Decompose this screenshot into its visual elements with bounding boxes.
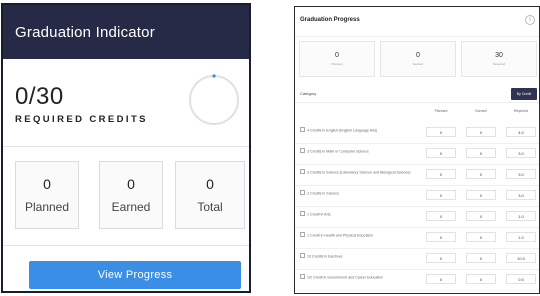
table-row: 1 Credit in Arts 0 0 1.0 — [295, 207, 539, 228]
stat-label: Planned — [24, 200, 70, 214]
progress-stat-required: 30 Required — [461, 41, 537, 77]
progress-stat-earned: 0 Earned — [380, 41, 456, 77]
planned-cell: 0 — [426, 274, 456, 284]
requirement-name: 1 Credit in Arts — [300, 211, 416, 218]
required-cell: 3.0 — [506, 190, 536, 200]
planned-cell: 0 — [426, 127, 456, 137]
category-label: Category — [300, 91, 317, 96]
stat-label: Earned — [111, 200, 151, 214]
graduation-progress-card: Graduation Progress i 0 Planned 0 Earned… — [294, 6, 540, 294]
stat-planned: 0 Planned — [15, 161, 79, 229]
required-cell: 3.0 — [506, 148, 536, 158]
credits-label: REQUIRED CREDITS — [15, 114, 148, 125]
requirement-name: 1 Credit in Health and Physical Educatio… — [300, 232, 416, 239]
column-headers: Planned Earned Required — [295, 107, 539, 119]
column-header-earned: Earned — [475, 109, 487, 113]
stat-value: 0 — [416, 52, 420, 59]
stat-earned: 0 Earned — [99, 161, 163, 229]
required-cell: 0.5 — [506, 274, 536, 284]
planned-cell: 0 — [426, 169, 456, 179]
credits-value: 0/30 — [15, 83, 64, 110]
earned-cell: 0 — [466, 211, 496, 221]
planned-cell: 0 — [426, 148, 456, 158]
required-cell: 1.0 — [506, 211, 536, 221]
earned-cell: 0 — [466, 127, 496, 137]
progress-ring-track — [189, 75, 239, 125]
progress-stats: 0 Planned 0 Earned 30 Required — [295, 41, 539, 79]
stat-label: Earned — [413, 62, 423, 66]
stat-total: 0 Total — [175, 161, 245, 229]
earned-cell: 0 — [466, 169, 496, 179]
requirement-name: 1/2 Credit in Government and Career Educ… — [300, 274, 416, 281]
earned-cell: 0 — [466, 190, 496, 200]
required-cell: 3.0 — [506, 169, 536, 179]
requirement-name: 3 Credits in Math or Computer Science — [300, 148, 416, 155]
category-row: Category By Credit — [295, 85, 539, 103]
requirement-name: 10 Credits in Electives — [300, 253, 416, 260]
table-row: 4 Credits in English (English Language A… — [295, 123, 539, 144]
table-row: 1/2 Credit in Government and Career Educ… — [295, 270, 539, 291]
planned-cell: 0 — [426, 253, 456, 263]
planned-cell: 0 — [426, 190, 456, 200]
table-row: 3 Credits in Science 0 0 3.0 — [295, 186, 539, 207]
progress-title: Graduation Progress — [300, 17, 360, 23]
by-credit-button[interactable]: By Credit — [511, 88, 537, 100]
table-row: 1 Credit in Health and Physical Educatio… — [295, 228, 539, 249]
required-cell: 4.0 — [506, 127, 536, 137]
planned-cell: 0 — [426, 211, 456, 221]
earned-cell: 0 — [466, 232, 496, 242]
column-header-required: Required — [513, 109, 529, 113]
graduation-indicator-card: Graduation Indicator 0/30 REQUIRED CREDI… — [1, 3, 251, 293]
table-row: 10 Credits in Electives 0 0 10.0 — [295, 249, 539, 270]
required-cell: 1.0 — [506, 232, 536, 242]
earned-cell: 0 — [466, 274, 496, 284]
stat-value: 0 — [335, 52, 339, 59]
column-header-planned: Planned — [434, 109, 448, 113]
progress-ring — [189, 74, 239, 125]
credits-summary: 0/30 REQUIRED CREDITS — [3, 59, 249, 147]
requirement-name: 4 Credits in English (English Language A… — [300, 127, 416, 134]
info-icon[interactable]: i — [525, 15, 535, 25]
view-progress-button[interactable]: View Progress — [29, 261, 241, 289]
requirement-name: 3 Credits in Science (Laboratory Science… — [300, 169, 416, 176]
requirement-name: 3 Credits in Science — [300, 190, 416, 197]
table-row: 3 Credits in Science (Laboratory Science… — [295, 165, 539, 186]
stat-label: Required — [492, 62, 506, 66]
required-cell: 10.0 — [506, 253, 536, 263]
stat-label: Total — [197, 200, 223, 214]
table-row: 3 Credits in Math or Computer Science 0 … — [295, 144, 539, 165]
stat-value: 30 — [495, 52, 503, 59]
progress-ring-marker — [212, 74, 216, 78]
earned-cell: 0 — [466, 148, 496, 158]
divider — [3, 245, 249, 246]
progress-stat-planned: 0 Planned — [299, 41, 375, 77]
earned-cell: 0 — [466, 253, 496, 263]
stat-value: 0 — [206, 176, 214, 192]
indicator-header: Graduation Indicator — [3, 5, 249, 59]
indicator-stats: 0 Planned 0 Earned 0 Total — [15, 161, 245, 231]
progress-header: Graduation Progress i — [295, 7, 539, 37]
stat-value: 0 — [127, 176, 135, 192]
planned-cell: 0 — [426, 232, 456, 242]
indicator-title: Graduation Indicator — [15, 23, 155, 41]
stat-label: Planned — [331, 62, 343, 66]
stat-value: 0 — [43, 176, 51, 192]
